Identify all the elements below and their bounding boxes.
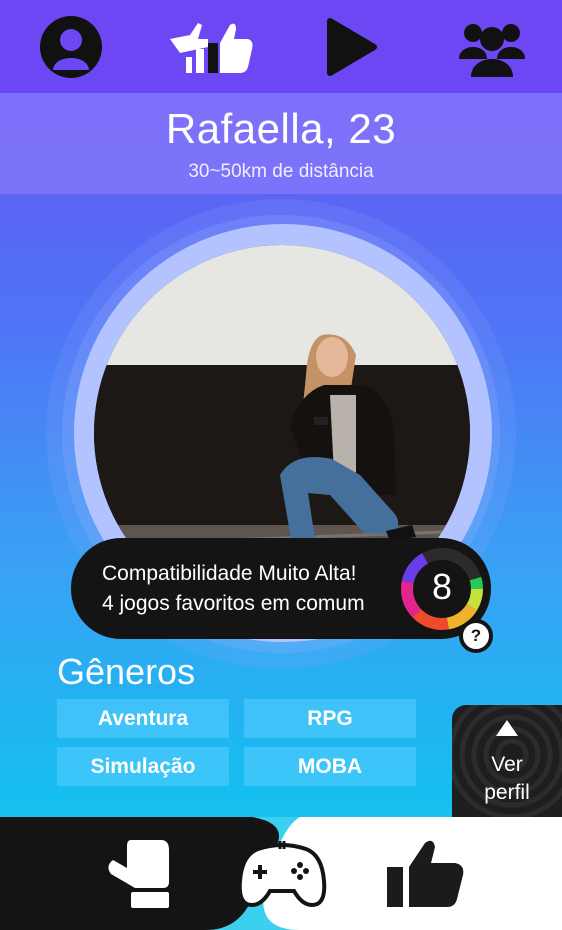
- compatibility-title: Compatibilidade Muito Alta!: [102, 562, 357, 585]
- bottom-nav-bar: [0, 817, 562, 930]
- help-icon: ?: [470, 626, 482, 645]
- genre-chip[interactable]: Aventura: [57, 699, 229, 738]
- compatibility-score: 8: [431, 566, 453, 607]
- genre-chip[interactable]: MOBA: [244, 747, 416, 786]
- group-icon[interactable]: [456, 14, 528, 80]
- view-profile-button[interactable]: Ver perfil: [452, 705, 562, 819]
- genre-chip[interactable]: RPG: [244, 699, 416, 738]
- glove-icon[interactable]: [104, 835, 176, 911]
- top-nav-bar: [0, 0, 562, 93]
- genres-title: Gêneros: [57, 651, 196, 692]
- thumbs-up-icon[interactable]: [384, 835, 466, 911]
- gamepad-icon[interactable]: [236, 835, 328, 911]
- play-icon[interactable]: [314, 14, 386, 80]
- user-profile-icon[interactable]: [35, 14, 107, 80]
- common-games-text: 4 jogos favoritos em comum: [102, 592, 365, 615]
- profile-name-age: Rafaella, 23: [165, 105, 397, 152]
- chevron-up-icon: [496, 720, 518, 736]
- genre-chip[interactable]: Simulação: [57, 747, 229, 786]
- view-profile-label: Ver perfil: [484, 753, 530, 804]
- help-button[interactable]: ?: [459, 619, 493, 653]
- profile-distance: 30~50km de distância: [188, 161, 374, 182]
- thumbs-like-icon[interactable]: [168, 14, 254, 80]
- profile-header: Rafaella, 23 30~50km de distância: [0, 93, 562, 194]
